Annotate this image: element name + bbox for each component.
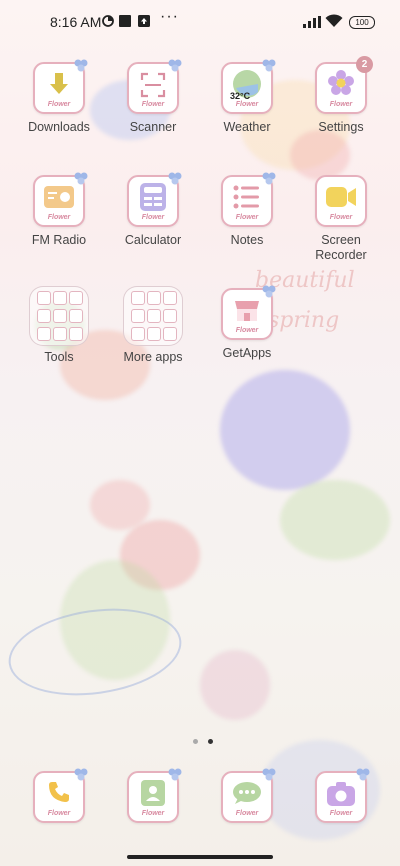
app-label: Weather <box>223 120 271 134</box>
app-downloads[interactable]: Flower Downloads <box>12 59 106 135</box>
wifi-icon <box>325 14 343 27</box>
battery-indicator: 100 <box>349 16 375 29</box>
app-label: Settings <box>318 120 364 134</box>
app-label: Calculator <box>124 233 182 247</box>
folder-tools[interactable]: Tools <box>12 286 106 365</box>
weather-icon: 32°C Flower <box>221 59 276 114</box>
folder-icon <box>29 286 89 346</box>
app-label: Scanner <box>129 120 177 134</box>
app-notes[interactable]: Flower Notes <box>200 172 294 248</box>
more-notifications-icon: ··· <box>160 8 179 25</box>
dock-messages[interactable]: Flower <box>200 768 294 823</box>
radio-icon: Flower <box>33 172 88 227</box>
calculator-icon: Flower <box>127 172 182 227</box>
app-label: Screen Recorder <box>315 233 367 262</box>
app-fm-radio[interactable]: Flower FM Radio <box>12 172 106 248</box>
dock-camera[interactable]: Flower <box>294 768 388 823</box>
page-indicator[interactable] <box>190 731 216 749</box>
contacts-icon: Flower <box>127 768 182 823</box>
shop-icon: Flower <box>221 285 276 340</box>
notification-badge: 2 <box>356 56 373 73</box>
status-bar: 8:16 AM ··· 100 <box>0 0 400 44</box>
app-label: Downloads <box>28 120 90 134</box>
phone-icon: Flower <box>33 768 88 823</box>
app-calculator[interactable]: Flower Calculator <box>106 172 200 248</box>
notification-square-icon <box>119 15 131 27</box>
app-scanner[interactable]: Flower Scanner <box>106 59 200 135</box>
video-camera-icon: Flower <box>315 175 367 227</box>
weather-temp: 32°C <box>230 91 251 101</box>
home-indicator[interactable] <box>127 855 273 859</box>
settings-flower-icon: 2 Flower <box>315 56 373 114</box>
app-label: More apps <box>123 350 183 364</box>
app-label: Tools <box>44 350 74 364</box>
app-weather[interactable]: 32°C Flower Weather <box>200 59 294 135</box>
data-saver-icon <box>102 15 114 27</box>
camera-icon: Flower <box>315 768 370 823</box>
scanner-icon: Flower <box>127 59 182 114</box>
dock-contacts[interactable]: Flower <box>106 768 200 823</box>
messages-icon: Flower <box>221 768 276 823</box>
page-dot-1[interactable] <box>193 739 198 744</box>
page-dot-2-active[interactable] <box>208 739 214 744</box>
upload-icon <box>138 15 150 27</box>
app-label: FM Radio <box>31 233 87 247</box>
status-time: 8:16 AM <box>50 14 102 30</box>
notes-icon: Flower <box>221 172 276 227</box>
app-label: Notes <box>230 233 264 247</box>
app-settings[interactable]: 2 Flower Settings <box>294 56 388 135</box>
app-label: GetApps <box>222 346 272 360</box>
app-screen-recorder[interactable]: Flower Screen Recorder <box>294 175 388 263</box>
downloads-icon: Flower <box>33 59 88 114</box>
dock-phone[interactable]: Flower <box>12 768 106 823</box>
signal-icon <box>303 16 321 28</box>
app-getapps[interactable]: Flower GetApps <box>200 285 294 361</box>
folder-icon <box>123 286 183 346</box>
folder-more-apps[interactable]: More apps <box>106 286 200 365</box>
